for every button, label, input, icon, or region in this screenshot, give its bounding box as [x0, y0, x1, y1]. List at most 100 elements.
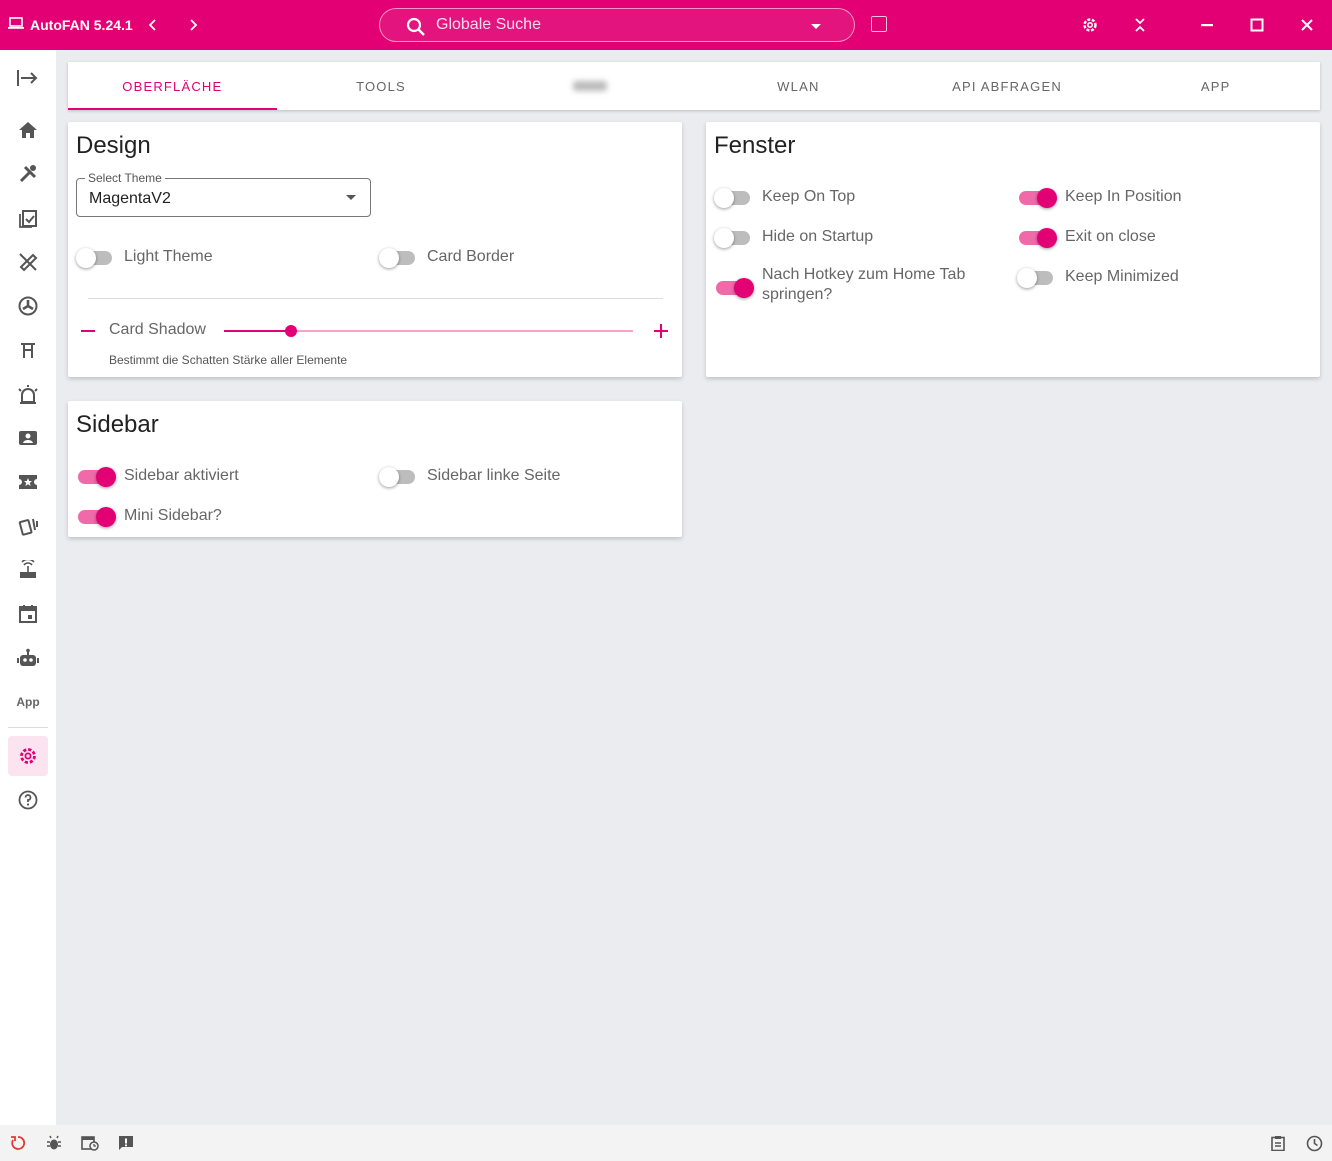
dropdown-arrow-icon[interactable] [811, 24, 821, 29]
debug-button[interactable] [45, 1134, 63, 1152]
tab-wlan[interactable]: WLAN [694, 62, 903, 110]
minimize-button[interactable] [1195, 13, 1219, 37]
tab-redacted[interactable] [485, 62, 694, 110]
sidebar-toggle[interactable] [8, 58, 48, 98]
design-title: Design [76, 132, 151, 159]
app-title: AutoFAN 5.24.1 [30, 16, 133, 33]
robot-icon [17, 648, 39, 666]
keep-in-position-switch[interactable]: Keep In Position [1019, 187, 1182, 208]
sidebar-divider [8, 727, 48, 728]
refresh-button[interactable] [9, 1134, 27, 1152]
refresh-icon [11, 1136, 26, 1150]
card-border-switch[interactable]: Card Border [379, 247, 515, 268]
keep-minimized-switch[interactable]: Keep Minimized [1017, 267, 1179, 288]
gear-icon [1083, 18, 1097, 32]
theme-select-value: MagentaV2 [89, 190, 171, 207]
card-border-label: Card Border [427, 248, 515, 265]
clock-button[interactable] [1305, 1134, 1323, 1152]
feedback-button[interactable] [117, 1134, 135, 1152]
decrease-shadow-button[interactable] [81, 330, 95, 332]
chevron-left-icon [148, 19, 156, 31]
alarm-light-icon [18, 385, 38, 404]
exit-on-close-label: Exit on close [1065, 228, 1156, 245]
sidebar-enabled-label: Sidebar aktiviert [124, 467, 239, 484]
hotkey-home-switch[interactable]: Nach Hotkey zum Home Tab springen? [716, 265, 986, 305]
forward-button[interactable] [182, 14, 204, 36]
tab-oberflaeche[interactable]: OBERFLÄCHE [68, 62, 277, 110]
alert-message-icon [119, 1136, 133, 1150]
laptop-icon [8, 16, 24, 33]
sidebar-item-checklist[interactable] [8, 198, 48, 238]
clipboard-check-icon [19, 210, 37, 228]
checkbox[interactable] [871, 16, 887, 32]
hotkey-home-label: Nach Hotkey zum Home Tab springen? [762, 266, 966, 303]
minimize-icon [1201, 24, 1213, 27]
calendar-clock-icon [81, 1136, 99, 1151]
app-title-area: AutoFAN 5.24.1 [8, 16, 133, 33]
settings-tabs: OBERFLÄCHE TOOLS WLAN API ABFRAGEN APP [68, 62, 1320, 110]
card-shadow-fill [224, 330, 292, 332]
design-card: Design Select Theme MagentaV2 Light Them… [68, 122, 682, 377]
keep-minimized-label: Keep Minimized [1065, 268, 1179, 285]
pins-icon [21, 343, 35, 358]
theme-select[interactable]: Select Theme MagentaV2 [76, 171, 371, 217]
sidebar-item-tools[interactable] [8, 154, 48, 194]
tab-tools[interactable]: TOOLS [277, 62, 486, 110]
sidebar-item-pins[interactable] [8, 330, 48, 370]
sidebar-item-phone[interactable] [8, 242, 48, 282]
bug-icon [47, 1135, 61, 1150]
collapse-button[interactable] [1128, 13, 1152, 37]
theme-select-label: Select Theme [85, 171, 165, 185]
hide-on-startup-switch[interactable]: Hide on Startup [714, 227, 873, 248]
keep-on-top-switch[interactable]: Keep On Top [714, 187, 855, 208]
sidebar-enabled-switch[interactable]: Sidebar aktiviert [78, 466, 239, 487]
sidebar-item-router[interactable] [8, 550, 48, 590]
card-shadow-hint: Bestimmt die Schatten Stärke aller Eleme… [109, 353, 348, 367]
sidebar-item-cards[interactable] [8, 506, 48, 546]
close-button[interactable] [1295, 13, 1319, 37]
sidebar-item-settings[interactable] [8, 736, 48, 776]
keep-in-position-label: Keep In Position [1065, 188, 1182, 205]
search-input[interactable] [436, 16, 796, 34]
sidebar-left-label: Sidebar linke Seite [427, 467, 561, 484]
settings-button[interactable] [1078, 13, 1102, 37]
sidebar-item-alarm[interactable] [8, 374, 48, 414]
sidebar-item-home[interactable] [8, 110, 48, 150]
tab-app[interactable]: APP [1111, 62, 1320, 110]
sidebar-item-help[interactable] [8, 780, 48, 820]
ticket-icon [19, 475, 37, 489]
sidebar-card-title: Sidebar [76, 411, 159, 438]
router-icon [20, 560, 36, 578]
clipboard-button[interactable] [1269, 1134, 1287, 1152]
chevron-collapse-icon [1135, 18, 1145, 32]
global-search[interactable] [379, 8, 855, 42]
mini-sidebar-label: Mini Sidebar? [124, 507, 222, 524]
close-icon [1301, 19, 1313, 31]
sidebar: App [0, 50, 56, 1125]
design-divider [88, 298, 663, 299]
light-theme-switch[interactable]: Light Theme [76, 247, 213, 268]
back-button[interactable] [142, 14, 164, 36]
fenster-card: Fenster Keep On Top Keep In Position Hid… [706, 122, 1320, 377]
card-shadow-thumb[interactable] [285, 325, 298, 337]
sidebar-item-account[interactable] [8, 418, 48, 458]
clock-icon [1306, 1135, 1322, 1151]
clipboard-text-icon [1271, 1136, 1285, 1151]
sidebar-item-calendar[interactable] [8, 594, 48, 634]
title-bar: AutoFAN 5.24.1 [0, 0, 1332, 50]
tab-api-abfragen[interactable]: API ABFRAGEN [903, 62, 1112, 110]
sidebar-left-switch[interactable]: Sidebar linke Seite [379, 466, 561, 487]
help-icon [18, 790, 38, 810]
sidebar-item-app[interactable]: App [8, 682, 48, 722]
maximize-button[interactable] [1245, 13, 1269, 37]
sidebar-item-robot[interactable] [8, 638, 48, 678]
mini-sidebar-switch[interactable]: Mini Sidebar? [78, 506, 222, 527]
card-shadow-slider[interactable] [224, 325, 633, 337]
calendar-icon [19, 605, 37, 623]
sidebar-item-ticket[interactable] [8, 462, 48, 502]
light-theme-label: Light Theme [124, 248, 213, 265]
exit-on-close-switch[interactable]: Exit on close [1019, 227, 1156, 248]
history-button[interactable] [81, 1134, 99, 1152]
sidebar-item-fan[interactable] [8, 286, 48, 326]
exit-to-app-icon [17, 70, 38, 86]
